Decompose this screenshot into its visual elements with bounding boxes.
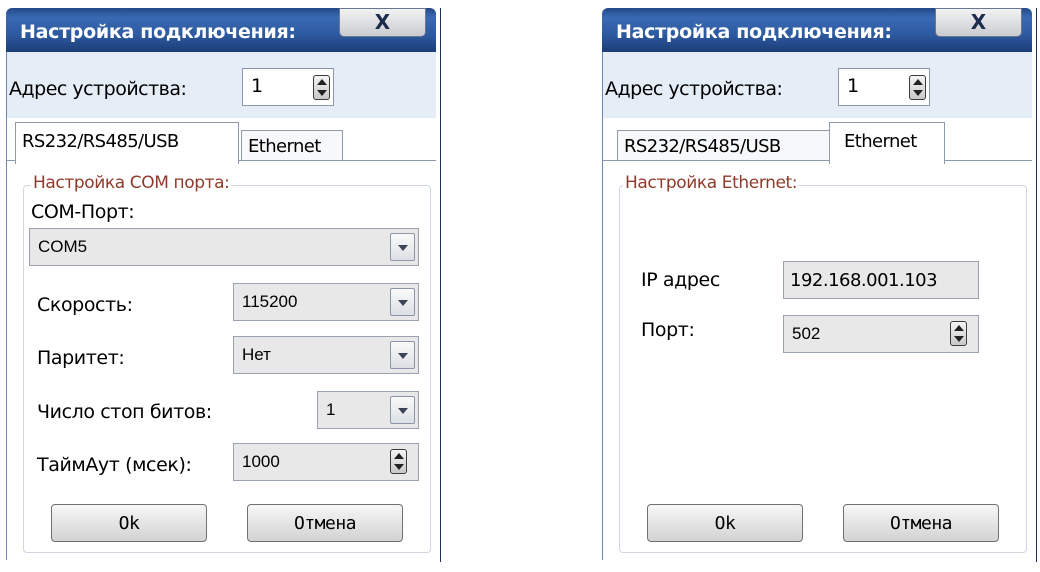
connection-settings-dialog-ethernet: Настройка подключения: X Адрес устройств… [602, 8, 1036, 562]
parity-value[interactable]: Нет [242, 345, 271, 365]
timeout-value[interactable]: 1000 [242, 452, 280, 472]
ok-button[interactable]: Ok [647, 504, 803, 542]
timeout-label: ТаймАут (мсек): [37, 454, 192, 476]
close-button[interactable]: X [935, 8, 1022, 37]
chevron-down-icon[interactable] [390, 341, 415, 369]
dialog-title: Настройка подключения: [20, 21, 296, 43]
tab-strip: RS232/RS485/USB Ethernet [6, 118, 436, 164]
stop-bits-select[interactable]: 1 [317, 391, 419, 429]
dialog-title: Настройка подключения: [616, 21, 892, 43]
spin-arrows-icon[interactable] [390, 449, 407, 474]
chevron-down-icon[interactable] [390, 233, 415, 261]
device-address-stepper[interactable]: 1 [242, 68, 334, 106]
parity-label: Паритет: [37, 347, 125, 369]
ethernet-group [619, 185, 1027, 553]
spin-arrows-icon[interactable] [909, 75, 926, 100]
parity-select[interactable]: Нет [233, 336, 419, 374]
device-address-value[interactable]: 1 [847, 75, 859, 97]
speed-label: Скорость: [37, 294, 133, 316]
tab-strip: RS232/RS485/USB Ethernet [602, 118, 1032, 164]
connection-settings-dialog-com: Настройка подключения: X Адрес устройств… [6, 8, 440, 562]
spin-arrows-icon[interactable] [950, 321, 967, 346]
tab-rs232-label[interactable]: RS232/RS485/USB [624, 136, 781, 157]
tab-ethernet[interactable]: Ethernet [829, 122, 945, 164]
close-icon[interactable]: X [936, 10, 1021, 34]
com-settings-panel: Настройка COM порта: COM-Порт: COM5 Скор… [6, 160, 436, 560]
tab-rs232[interactable]: RS232/RS485/USB [617, 130, 831, 162]
cancel-button[interactable]: Отмена [247, 504, 403, 542]
ok-button-label[interactable]: Ok [52, 513, 206, 534]
address-row: Адрес устройства: 1 [6, 52, 436, 118]
cancel-button[interactable]: Отмена [843, 504, 999, 542]
ethernet-settings-panel: Настройка Ethernet: IP адрес 192.168.001… [602, 160, 1032, 560]
close-icon[interactable]: X [340, 10, 425, 34]
speed-value[interactable]: 115200 [242, 292, 297, 312]
tab-ethernet[interactable]: Ethernet [241, 130, 343, 162]
spin-arrows-icon[interactable] [313, 75, 330, 100]
tab-rs232-label[interactable]: RS232/RS485/USB [22, 131, 179, 152]
com-port-label: COM-Порт: [31, 201, 135, 223]
device-address-label: Адрес устройства: [605, 78, 783, 100]
ip-address-label: IP адрес [641, 269, 720, 291]
speed-select[interactable]: 115200 [233, 283, 419, 321]
com-port-value[interactable]: COM5 [38, 237, 87, 257]
title-bar: Настройка подключения: X [6, 8, 436, 52]
address-row: Адрес устройства: 1 [602, 52, 1032, 118]
group-title: Настройка Ethernet: [623, 173, 800, 193]
port-label: Порт: [641, 319, 695, 341]
tab-ethernet-label[interactable]: Ethernet [248, 136, 321, 157]
com-port-select[interactable]: COM5 [29, 228, 419, 266]
device-address-stepper[interactable]: 1 [838, 68, 930, 106]
ip-address-value[interactable]: 192.168.001.103 [790, 270, 938, 291]
tab-rs232[interactable]: RS232/RS485/USB [15, 122, 239, 164]
stop-bits-value[interactable]: 1 [326, 400, 335, 420]
title-bar: Настройка подключения: X [602, 8, 1032, 52]
port-stepper[interactable]: 502 [783, 315, 979, 353]
chevron-down-icon[interactable] [390, 288, 415, 316]
ip-address-input[interactable]: 192.168.001.103 [783, 261, 979, 299]
ok-button[interactable]: Ok [51, 504, 207, 542]
group-title: Настройка COM порта: [31, 173, 232, 193]
cancel-button-label[interactable]: Отмена [248, 513, 402, 534]
port-value[interactable]: 502 [792, 324, 820, 344]
tab-ethernet-label[interactable]: Ethernet [844, 131, 917, 152]
timeout-stepper[interactable]: 1000 [233, 443, 419, 481]
cancel-button-label[interactable]: Отмена [844, 513, 998, 534]
device-address-label: Адрес устройства: [9, 78, 187, 100]
ok-button-label[interactable]: Ok [648, 513, 802, 534]
close-button[interactable]: X [339, 8, 426, 37]
device-address-value[interactable]: 1 [251, 75, 263, 97]
chevron-down-icon[interactable] [390, 396, 415, 424]
stop-bits-label: Число стоп битов: [37, 401, 212, 423]
